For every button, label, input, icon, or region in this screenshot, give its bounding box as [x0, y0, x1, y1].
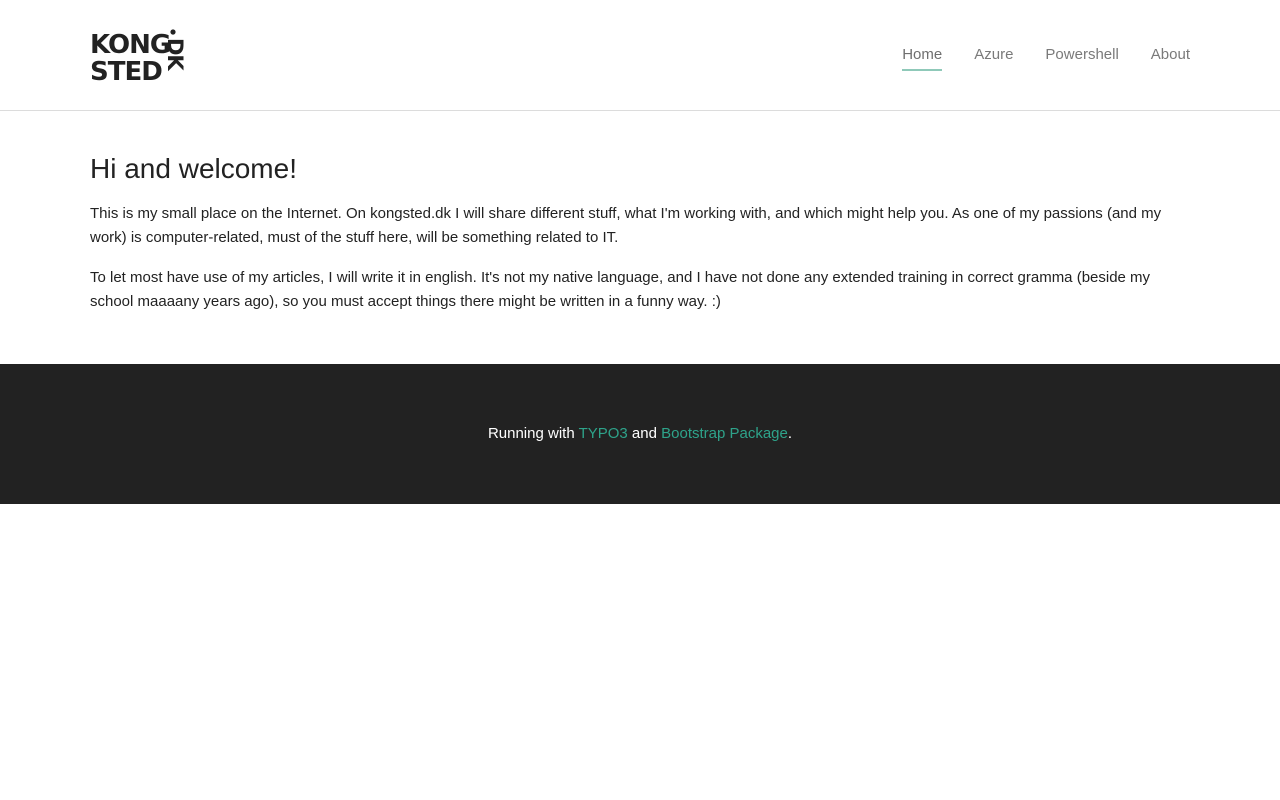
- nav-item-home[interactable]: Home: [902, 44, 943, 71]
- logo-vertical-dk: DK: [163, 38, 187, 71]
- footer-suffix: .: [787, 425, 793, 442]
- logo-line-2: STED: [90, 57, 162, 83]
- nav-item-azure[interactable]: Azure: [974, 44, 1013, 71]
- site-footer: Running with TYPO3 and Bootstrap Package…: [0, 364, 1280, 504]
- main-content: Hi and welcome! This is my small place o…: [0, 111, 1280, 364]
- footer-middle: and: [627, 425, 662, 442]
- content-container: Hi and welcome! This is my small place o…: [90, 152, 1190, 314]
- footer-prefix: Running with: [487, 425, 579, 442]
- bootstrap-package-link[interactable]: Bootstrap Package: [661, 425, 788, 442]
- site-logo[interactable]: KONG STED DK: [90, 29, 190, 83]
- main-nav: Home Azure Powershell About: [902, 44, 1190, 71]
- logo-mark: KONG STED DK: [90, 29, 187, 83]
- page-title: Hi and welcome!: [90, 153, 297, 184]
- nav-item-powershell[interactable]: Powershell: [1045, 44, 1118, 71]
- footer-credits: Running with TYPO3 and Bootstrap Package…: [488, 423, 792, 445]
- nav-item-about[interactable]: About: [1151, 44, 1190, 71]
- language-paragraph: To let most have use of my articles, I w…: [90, 269, 1151, 310]
- intro-paragraph: This is my small place on the Internet. …: [90, 205, 1162, 246]
- logo-line-1: KONG: [90, 30, 170, 60]
- typo3-link[interactable]: TYPO3: [579, 425, 628, 442]
- logo-dot: [170, 29, 176, 35]
- site-header: KONG STED DK Home Azure Powershell About: [0, 0, 1280, 111]
